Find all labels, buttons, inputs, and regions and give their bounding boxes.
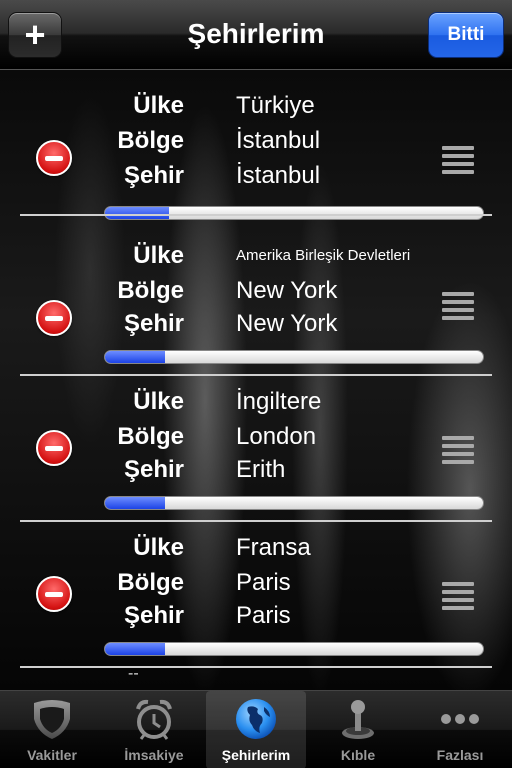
tab-label: Fazlası bbox=[436, 747, 484, 763]
tab-imsakiye[interactable]: İmsakiye bbox=[104, 691, 204, 768]
more-dots-icon bbox=[441, 714, 479, 724]
city-row: Ülke Bölge Şehir Amerika Birleşik Devlet… bbox=[0, 230, 512, 376]
country-label: Ülke bbox=[133, 388, 184, 415]
plus-icon: + bbox=[24, 14, 46, 55]
page-title: Şehirlerim bbox=[187, 18, 325, 49]
region-label: Bölge bbox=[117, 423, 184, 450]
tab-label: Kıble bbox=[340, 747, 376, 763]
tab-vakitler[interactable]: Vakitler bbox=[2, 691, 102, 768]
row-divider bbox=[20, 214, 492, 216]
city-row: Ülke Bölge Şehir İngiltere London Erith bbox=[0, 376, 512, 522]
progress-bar bbox=[104, 642, 484, 656]
progress-fill bbox=[105, 351, 166, 363]
tab-bar: Vakitler İmsakiye Şehirlerim Kıble Fazla… bbox=[0, 690, 512, 768]
partial-row-text: -- bbox=[128, 665, 139, 682]
row-divider bbox=[20, 666, 492, 668]
country-value: Amerika Birleşik Devletleri bbox=[236, 247, 411, 264]
city-row: Ülke Bölge Şehir Fransa Paris Paris bbox=[0, 522, 512, 668]
progress-bar bbox=[104, 496, 484, 510]
reorder-handle-icon[interactable] bbox=[442, 146, 474, 174]
region-label: Bölge bbox=[117, 569, 184, 596]
reorder-handle-icon[interactable] bbox=[442, 292, 474, 320]
delete-icon[interactable] bbox=[36, 430, 72, 466]
joystick-icon bbox=[342, 700, 374, 739]
city-row: Ülke Bölge Şehir Türkiye İstanbul İstanb… bbox=[0, 70, 512, 220]
tab-label: Şehirlerim bbox=[221, 747, 291, 763]
country-label: Ülke bbox=[133, 242, 184, 269]
reorder-handle-icon[interactable] bbox=[442, 436, 474, 464]
progress-bar bbox=[104, 206, 484, 220]
globe-icon bbox=[236, 699, 276, 739]
city-list: Ülke Bölge Şehir Türkiye İstanbul İstanb… bbox=[0, 70, 512, 690]
tab-kible[interactable]: Kıble bbox=[308, 691, 408, 768]
done-button[interactable]: Bitti bbox=[428, 12, 504, 58]
tab-label: Vakitler bbox=[27, 747, 77, 763]
add-city-button[interactable]: + bbox=[8, 12, 62, 58]
progress-bar bbox=[104, 350, 484, 364]
country-value: Fransa bbox=[236, 534, 311, 561]
alarm-clock-icon bbox=[136, 699, 172, 740]
country-value: Türkiye bbox=[236, 92, 315, 119]
tab-fazlasi[interactable]: Fazlası bbox=[410, 691, 510, 768]
reorder-handle-icon[interactable] bbox=[442, 582, 474, 610]
delete-icon[interactable] bbox=[36, 140, 72, 176]
region-label: Bölge bbox=[117, 277, 184, 304]
city-label: Şehir bbox=[123, 456, 184, 483]
city-label: Şehir bbox=[123, 602, 184, 629]
city-label: Şehir bbox=[123, 162, 184, 189]
country-label: Ülke bbox=[133, 534, 184, 561]
progress-fill bbox=[105, 643, 166, 655]
tab-label: İmsakiye bbox=[124, 747, 184, 763]
region-label: Bölge bbox=[117, 127, 184, 154]
country-value: İngiltere bbox=[236, 388, 322, 415]
progress-fill bbox=[105, 207, 170, 219]
city-label: Şehir bbox=[123, 310, 184, 337]
navigation-bar: + Şehirlerim Bitti bbox=[0, 0, 512, 70]
tab-sehirlerim[interactable]: Şehirlerim bbox=[206, 691, 306, 768]
progress-fill bbox=[105, 497, 166, 509]
country-label: Ülke bbox=[133, 92, 184, 119]
shield-icon bbox=[34, 700, 70, 739]
delete-icon[interactable] bbox=[36, 300, 72, 336]
delete-icon[interactable] bbox=[36, 576, 72, 612]
